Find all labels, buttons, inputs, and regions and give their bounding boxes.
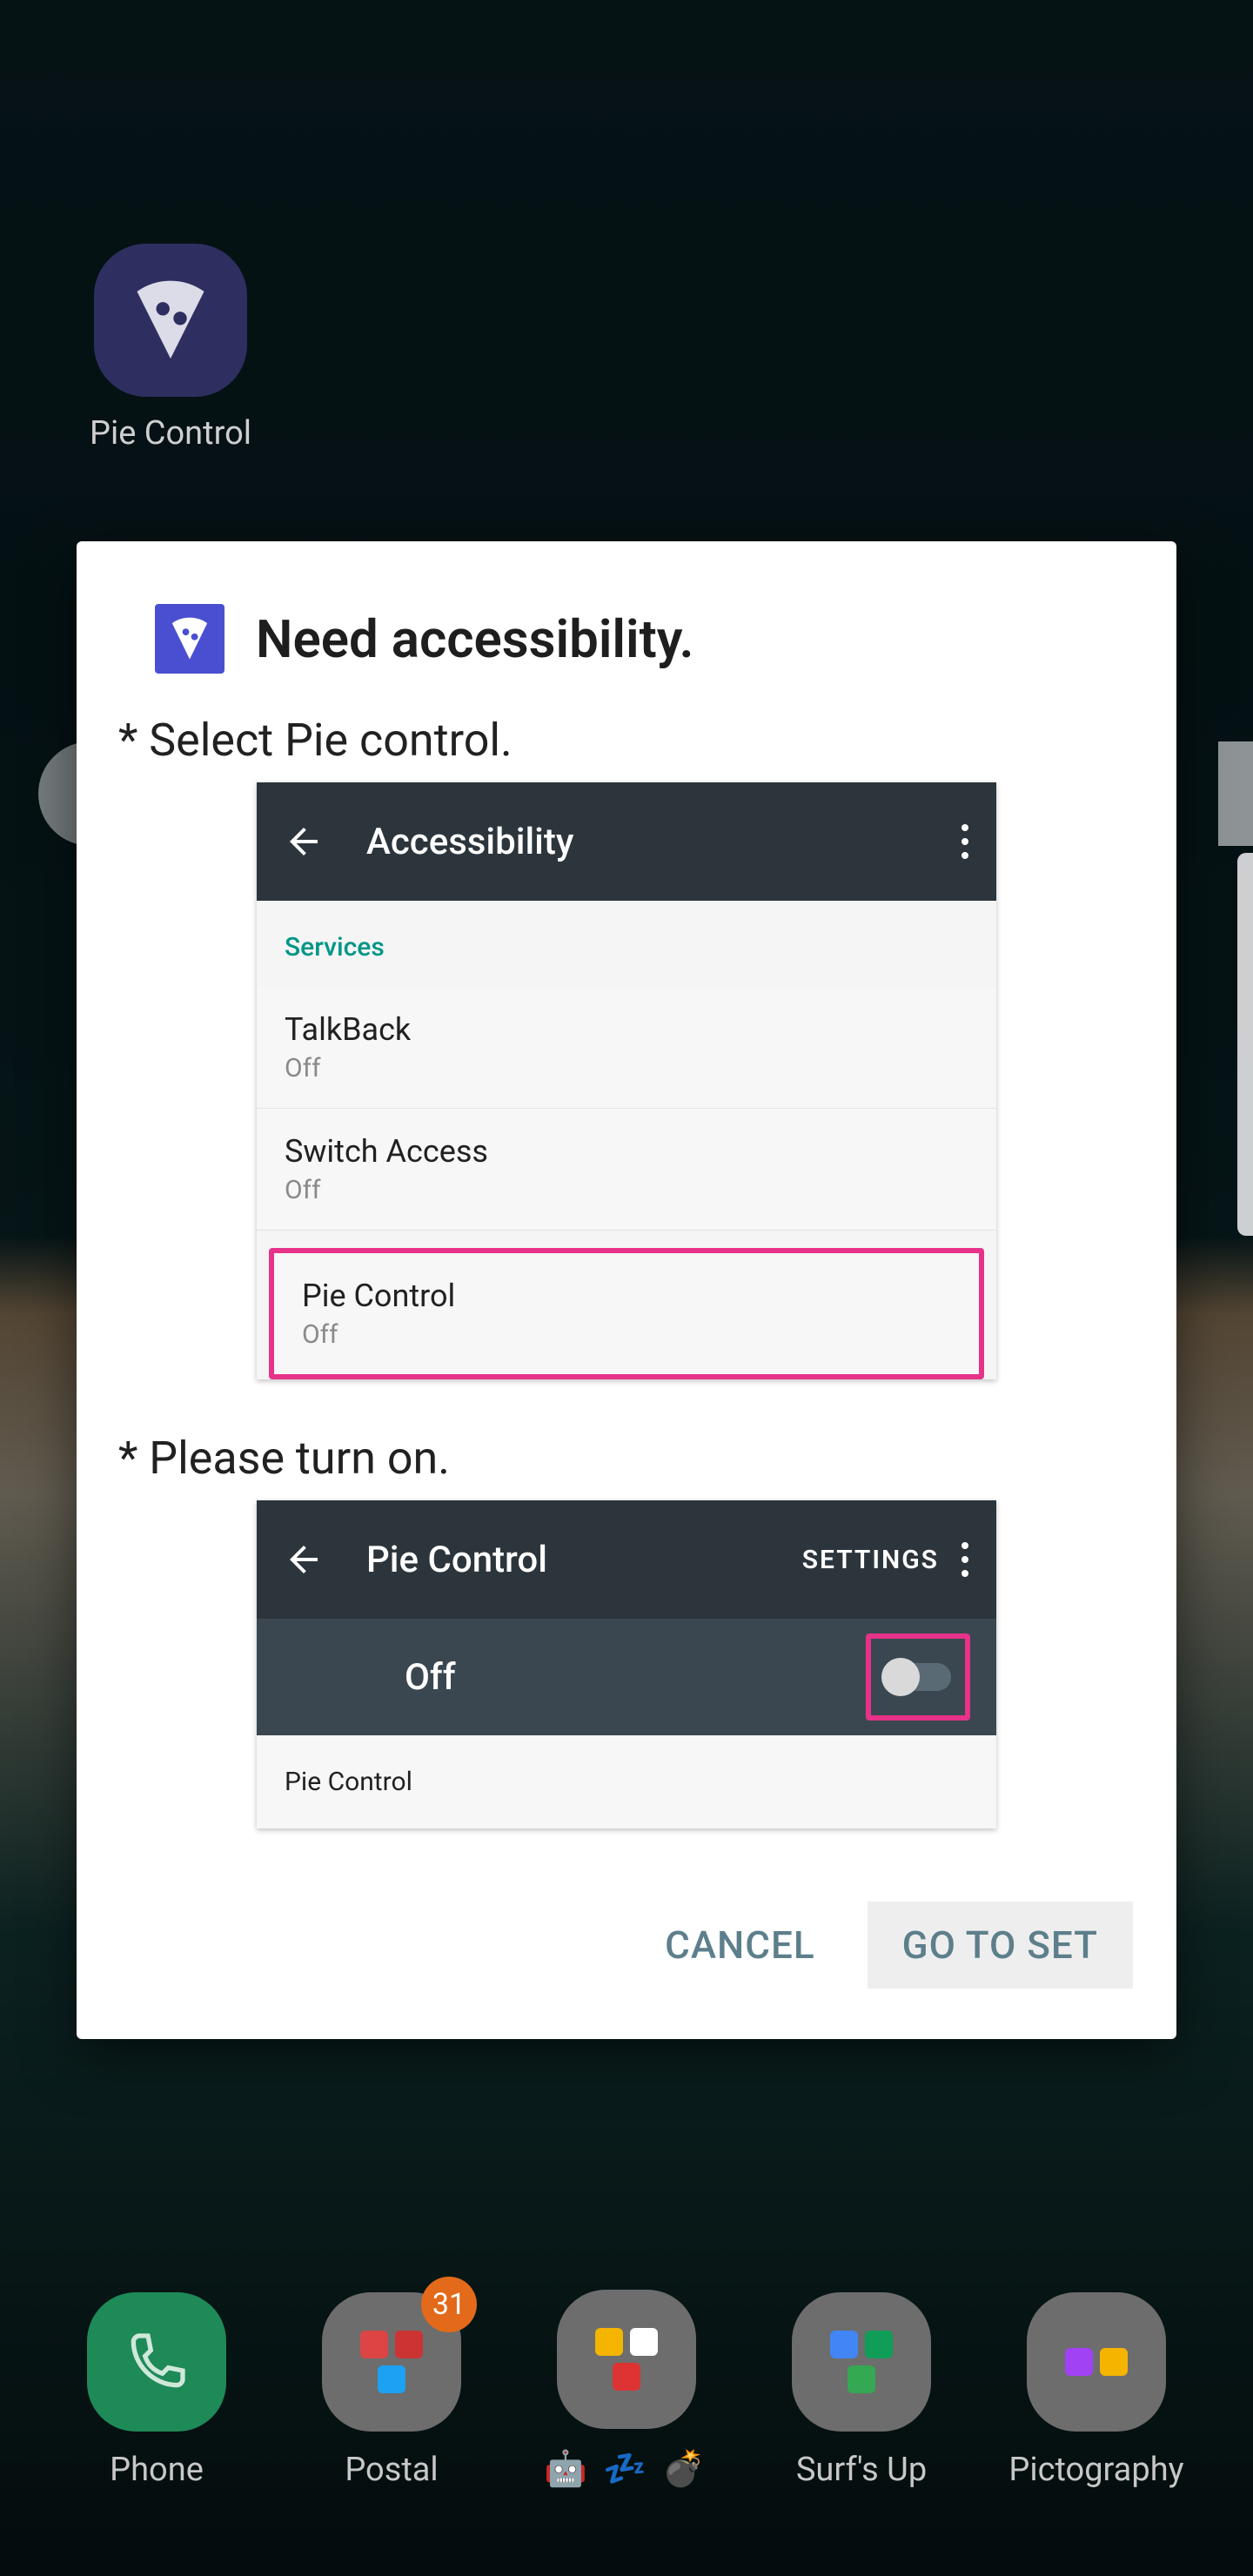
- mock-title: Pie Control: [366, 1539, 802, 1581]
- mock-toggle-row: Off: [257, 1619, 996, 1735]
- pie-control-app-icon: [94, 244, 247, 397]
- notification-badge: 31: [421, 2277, 477, 2332]
- service-status: Off: [285, 1053, 968, 1083]
- service-name: Pie Control: [302, 1278, 951, 1314]
- dock-label-emoji: 🤖 💤 💣: [544, 2448, 708, 2489]
- dock-label: Pictography: [1008, 2451, 1183, 2489]
- pizza-slice-icon: [165, 614, 214, 663]
- folder-icon: 31: [322, 2292, 461, 2432]
- folder-icon: [557, 2290, 696, 2429]
- pizza-slice-icon: [123, 272, 218, 368]
- search-pill-right-fragment: [1218, 741, 1253, 846]
- mock-body-text: Pie Control: [257, 1735, 996, 1828]
- dock-label: Phone: [110, 2451, 204, 2489]
- android-home-screen: Pie Control Phone 31 Postal: [0, 0, 1253, 2576]
- service-status: Off: [302, 1319, 951, 1350]
- dock-label: Surf's Up: [796, 2451, 927, 2489]
- mock-section-label: Services: [257, 901, 996, 987]
- mock-service-row: TalkBack Off: [257, 987, 996, 1109]
- home-app-label: Pie Control: [90, 414, 251, 453]
- back-arrow-icon: [283, 821, 325, 862]
- cancel-button[interactable]: CANCEL: [647, 1902, 832, 1989]
- service-name: TalkBack: [285, 1011, 968, 1048]
- toggle-thumb: [881, 1658, 920, 1696]
- folder-icon: [1027, 2292, 1166, 2432]
- pie-control-badge-icon: [155, 604, 224, 674]
- overflow-menu-icon: [960, 1542, 970, 1577]
- toggle-state-label: Off: [405, 1656, 866, 1699]
- phone-icon: [87, 2292, 226, 2432]
- mock-header: Accessibility: [257, 782, 996, 901]
- mock-header: Pie Control SETTINGS: [257, 1500, 996, 1619]
- dock-app-middle[interactable]: 🤖 💤 💣: [531, 2290, 722, 2489]
- mock-service-row-highlighted: Pie Control Off: [269, 1248, 984, 1379]
- service-name: Switch Access: [285, 1133, 968, 1170]
- dock-app-surfs-up[interactable]: Surf's Up: [766, 2292, 957, 2489]
- folder-icon: [792, 2292, 931, 2432]
- mock-settings-label: SETTINGS: [802, 1545, 939, 1575]
- dock: Phone 31 Postal 🤖 💤 💣: [0, 2290, 1253, 2489]
- home-app-pie-control[interactable]: Pie Control: [84, 244, 258, 453]
- toggle-highlight: [866, 1633, 970, 1721]
- dock-app-pictography[interactable]: Pictography: [1001, 2292, 1192, 2489]
- toggle-switch: [885, 1663, 951, 1691]
- dock-app-phone[interactable]: Phone: [61, 2292, 252, 2489]
- mock-toggle-screenshot: Pie Control SETTINGS Off Pie Control: [257, 1500, 996, 1828]
- dialog-title: Need accessibility.: [256, 608, 694, 670]
- overflow-menu-icon: [960, 824, 970, 859]
- edge-panel-handle[interactable]: [1237, 853, 1253, 1236]
- back-arrow-icon: [283, 1539, 325, 1580]
- mock-service-row: Switch Access Off: [257, 1109, 996, 1231]
- dialog-actions: CANCEL GO TO SET: [77, 1828, 1176, 1997]
- accessibility-needed-dialog: Need accessibility. * Select Pie control…: [77, 541, 1176, 2039]
- dock-app-postal[interactable]: 31 Postal: [296, 2292, 487, 2489]
- go-to-set-button[interactable]: GO TO SET: [868, 1902, 1133, 1989]
- mock-accessibility-screenshot: Accessibility Services TalkBack Off Swit…: [257, 782, 996, 1379]
- mock-title: Accessibility: [366, 821, 960, 863]
- dock-label: Postal: [345, 2451, 438, 2489]
- dialog-instruction-1: * Select Pie control.: [77, 708, 1176, 782]
- service-status: Off: [285, 1175, 968, 1205]
- dialog-instruction-2: * Please turn on.: [77, 1379, 1176, 1500]
- dialog-header: Need accessibility.: [77, 541, 1176, 708]
